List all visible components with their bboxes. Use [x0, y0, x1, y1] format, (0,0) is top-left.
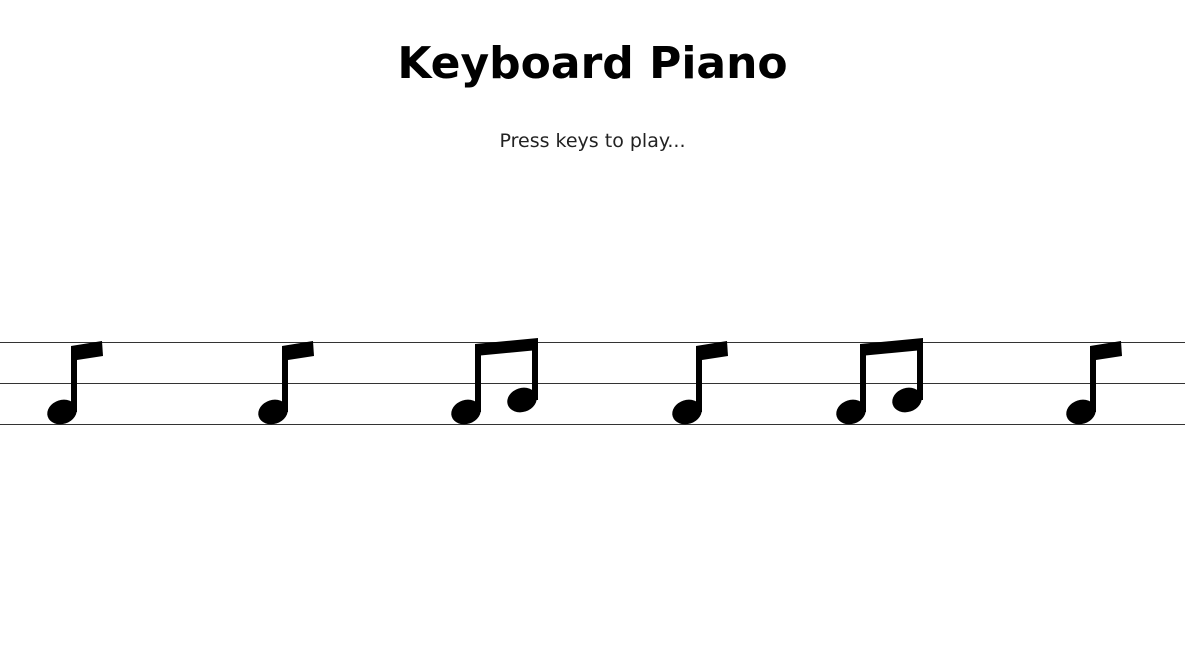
eighth-note-icon	[665, 330, 765, 440]
keyboard-piano-page: Keyboard Piano Press keys to play...	[0, 0, 1185, 660]
eighth-note-icon	[40, 330, 140, 440]
beamed-eighth-notes-icon	[829, 330, 929, 440]
staff-line	[0, 383, 1185, 384]
staff-line	[0, 342, 1185, 343]
eighth-note-icon	[251, 330, 351, 440]
music-staff	[0, 330, 1185, 440]
eighth-note-icon	[1059, 330, 1159, 440]
page-title: Keyboard Piano	[397, 38, 788, 89]
play-hint: Press keys to play...	[499, 130, 686, 152]
beamed-eighth-notes-icon	[444, 330, 544, 440]
staff-line	[0, 424, 1185, 425]
